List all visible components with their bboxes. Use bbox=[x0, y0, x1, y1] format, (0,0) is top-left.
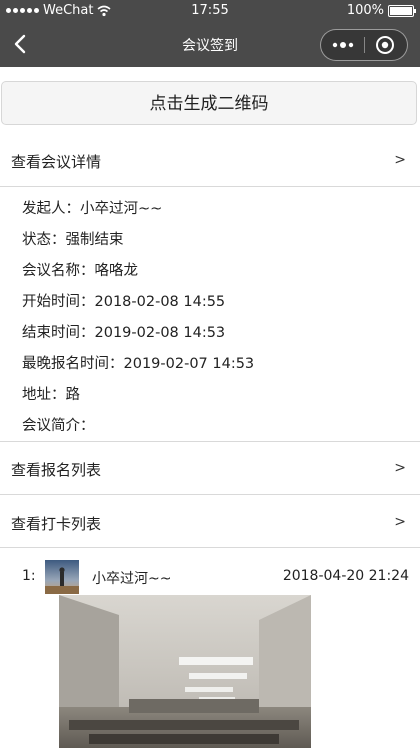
meeting-start-time: 开始时间：2018-02-08 14:55 bbox=[22, 294, 226, 310]
meeting-details: 发起人：小卒过河~~ 状态：强制结束 会议名称：咯咯龙 开始时间：2018-02… bbox=[22, 200, 254, 448]
checkin-list-row[interactable]: 查看打卡列表 > bbox=[0, 494, 420, 548]
meeting-details-row[interactable]: 查看会议详情 > bbox=[0, 135, 420, 187]
meeting-signup-deadline: 最晚报名时间：2019-02-07 14:53 bbox=[22, 356, 255, 372]
generate-qr-code-button[interactable]: 点击生成二维码 bbox=[1, 81, 417, 125]
chevron-right-icon: > bbox=[394, 460, 406, 476]
battery-percent: 100% bbox=[346, 3, 384, 18]
circle-target-icon[interactable] bbox=[375, 35, 395, 55]
signup-list-label: 查看报名列表 bbox=[11, 461, 102, 479]
signup-list-row[interactable]: 查看报名列表 > bbox=[0, 441, 420, 494]
meeting-name: 会议名称：咯咯龙 bbox=[22, 263, 138, 279]
checkin-record: 1: 小卒过河~~ 2018-04-20 21:24 bbox=[0, 548, 420, 748]
meeting-initiator: 发起人：小卒过河~~ bbox=[22, 201, 163, 217]
checkin-photo[interactable] bbox=[59, 595, 311, 748]
meeting-details-label: 查看会议详情 bbox=[11, 153, 102, 171]
meeting-end-time: 结束时间：2019-02-08 14:53 bbox=[22, 325, 226, 341]
avatar[interactable] bbox=[45, 560, 79, 594]
meeting-address: 地址：路 bbox=[22, 387, 80, 403]
navigation-bar: 会议签到 bbox=[0, 22, 420, 67]
more-dots-icon[interactable] bbox=[330, 39, 356, 51]
chevron-right-icon: > bbox=[394, 152, 406, 168]
chevron-right-icon: > bbox=[394, 514, 406, 530]
meeting-state: 状态：强制结束 bbox=[22, 232, 124, 248]
checkin-index: 1: bbox=[22, 568, 36, 584]
battery-icon bbox=[388, 4, 416, 17]
checkin-list-label: 查看打卡列表 bbox=[11, 515, 102, 533]
checkin-time: 2018-04-20 21:24 bbox=[282, 568, 409, 584]
status-right: 100% bbox=[346, 3, 416, 18]
checkin-user-name: 小卒过河~~ bbox=[92, 571, 172, 587]
mini-program-capsule bbox=[320, 29, 408, 61]
status-bar: WeChat 17:55 100% bbox=[0, 0, 420, 22]
capsule-divider bbox=[364, 37, 365, 53]
battery-fill bbox=[390, 6, 412, 15]
